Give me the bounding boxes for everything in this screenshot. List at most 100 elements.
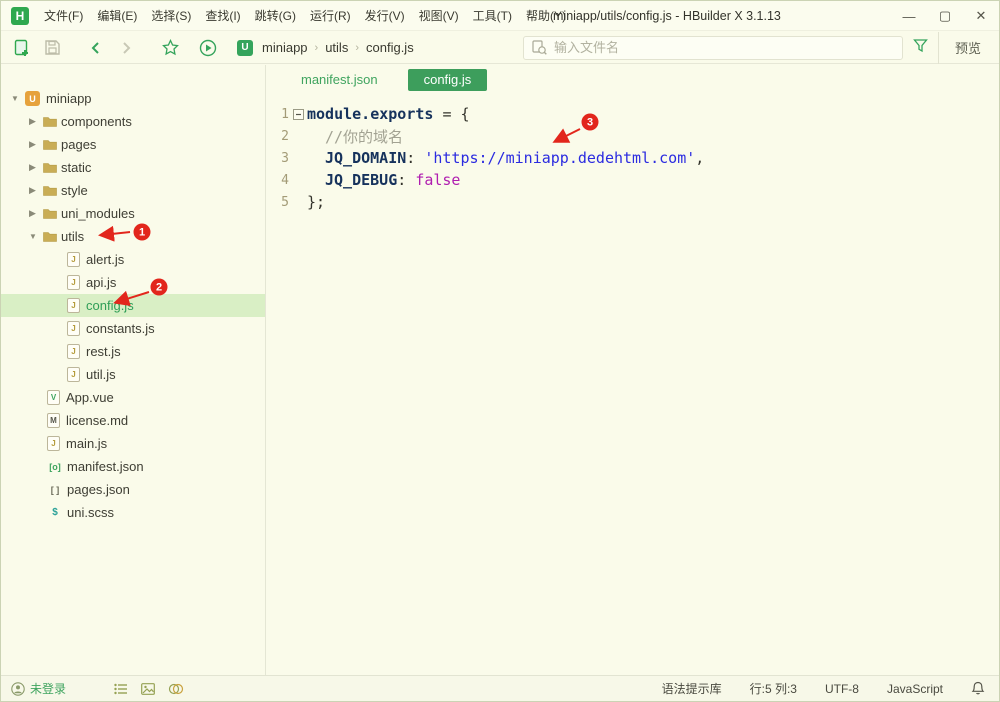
editor-tab-bar: manifest.json config.js bbox=[267, 65, 999, 95]
overlapping-circles-icon[interactable] bbox=[168, 683, 184, 695]
fold-marker-icon[interactable] bbox=[289, 109, 307, 120]
breadcrumb-item-utils[interactable]: utils bbox=[323, 40, 350, 55]
tree-item-uni-modules[interactable]: ▶ uni_modules bbox=[1, 202, 265, 225]
new-file-button[interactable] bbox=[7, 35, 37, 61]
tree-item-mainjs[interactable]: J main.js bbox=[1, 432, 265, 455]
tree-item-label: manifest.json bbox=[67, 459, 144, 474]
hbuilderx-logo-icon: H bbox=[11, 7, 29, 25]
tree-item-licensemd[interactable]: M license.md bbox=[1, 409, 265, 432]
tree-item-pagesjson[interactable]: [ ] pages.json bbox=[1, 478, 265, 501]
tree-item-uniscss[interactable]: $ uni.scss bbox=[1, 501, 265, 524]
tab-manifestjson[interactable]: manifest.json bbox=[285, 69, 394, 91]
maximize-button[interactable]: ▢ bbox=[927, 1, 963, 31]
language-selector[interactable]: JavaScript bbox=[887, 682, 943, 696]
code-area[interactable]: 1 module.exports = { 2 //你的域名 3 JQ_DOMAI… bbox=[267, 103, 999, 213]
tree-item-constantsjs[interactable]: J constants.js bbox=[1, 317, 265, 340]
tree-item-label: main.js bbox=[66, 436, 107, 451]
menu-run[interactable]: 运行(R) bbox=[303, 1, 358, 31]
tree-item-label: uni.scss bbox=[67, 505, 114, 520]
chevron-right-icon[interactable]: ▶ bbox=[29, 116, 43, 127]
breadcrumb-separator: › bbox=[310, 42, 324, 54]
syntax-library-button[interactable]: 语法提示库 bbox=[662, 680, 722, 697]
menu-publish[interactable]: 发行(V) bbox=[358, 1, 412, 31]
line-number: 3 bbox=[267, 151, 289, 166]
file-search-box bbox=[523, 36, 903, 60]
tree-item-label: alert.js bbox=[86, 252, 124, 267]
image-icon[interactable] bbox=[141, 683, 155, 695]
folder-open-icon bbox=[43, 231, 61, 243]
close-button[interactable]: ✕ bbox=[963, 1, 999, 31]
run-icon bbox=[199, 39, 217, 57]
chevron-right-icon[interactable]: ▶ bbox=[29, 139, 43, 150]
minimize-button[interactable]: — bbox=[891, 1, 927, 31]
menu-help[interactable]: 帮助(Y) bbox=[519, 1, 573, 31]
save-button[interactable] bbox=[37, 35, 67, 61]
tree-item-pages[interactable]: ▶ pages bbox=[1, 133, 265, 156]
breadcrumb-item-configjs[interactable]: config.js bbox=[364, 40, 416, 55]
tree-item-style[interactable]: ▶ style bbox=[1, 179, 265, 202]
tree-item-alertjs[interactable]: J alert.js bbox=[1, 248, 265, 271]
js-file-icon: J bbox=[67, 321, 80, 336]
search-input[interactable] bbox=[554, 40, 894, 55]
folder-icon bbox=[43, 208, 61, 220]
tree-item-label: App.vue bbox=[66, 390, 114, 405]
search-icon bbox=[532, 40, 547, 55]
markdown-file-icon: M bbox=[47, 413, 60, 428]
js-file-icon: J bbox=[67, 344, 80, 359]
outline-list-icon[interactable] bbox=[114, 683, 128, 695]
tree-item-label: util.js bbox=[86, 367, 116, 382]
breadcrumb-item-miniapp[interactable]: miniapp bbox=[260, 40, 310, 55]
folder-icon bbox=[43, 185, 61, 197]
line-number: 1 bbox=[267, 107, 289, 122]
tree-item-restjs[interactable]: J rest.js bbox=[1, 340, 265, 363]
tree-item-utils[interactable]: ▼ utils bbox=[1, 225, 265, 248]
tree-item-utiljs[interactable]: J util.js bbox=[1, 363, 265, 386]
tree-item-label: miniapp bbox=[46, 91, 92, 106]
tree-item-appvue[interactable]: V App.vue bbox=[1, 386, 265, 409]
tree-item-miniapp[interactable]: ▼ U miniapp bbox=[1, 87, 265, 110]
project-icon: U bbox=[237, 40, 253, 56]
tree-item-label: components bbox=[61, 114, 132, 129]
menu-file[interactable]: 文件(F) bbox=[37, 1, 90, 31]
statusbar-tools bbox=[114, 683, 184, 695]
menu-goto[interactable]: 跳转(G) bbox=[248, 1, 303, 31]
chevron-right-icon[interactable]: ▶ bbox=[29, 208, 43, 219]
bell-icon[interactable] bbox=[971, 681, 985, 696]
chevron-left-icon bbox=[89, 41, 103, 55]
tree-item-components[interactable]: ▶ components bbox=[1, 110, 265, 133]
tree-item-configjs[interactable]: J config.js bbox=[1, 294, 265, 317]
funnel-icon bbox=[913, 38, 928, 53]
menu-select[interactable]: 选择(S) bbox=[144, 1, 198, 31]
menu-find[interactable]: 查找(I) bbox=[198, 1, 247, 31]
menu-edit[interactable]: 编辑(E) bbox=[90, 1, 144, 31]
tab-configjs[interactable]: config.js bbox=[408, 69, 488, 91]
chevron-down-icon[interactable]: ▼ bbox=[29, 232, 43, 241]
chevron-down-icon[interactable]: ▼ bbox=[11, 94, 25, 103]
tree-item-label: license.md bbox=[66, 413, 128, 428]
window-title: miniapp/utils/config.js - HBuilder X 3.1… bbox=[553, 1, 781, 31]
tree-item-label: api.js bbox=[86, 275, 116, 290]
login-status[interactable]: 未登录 bbox=[11, 680, 66, 697]
tree-item-label: static bbox=[61, 160, 91, 175]
tree-item-manifestjson[interactable]: [o] manifest.json bbox=[1, 455, 265, 478]
cursor-position[interactable]: 行:5 列:3 bbox=[750, 680, 797, 697]
encoding-selector[interactable]: UTF-8 bbox=[825, 682, 859, 696]
menu-tools[interactable]: 工具(T) bbox=[466, 1, 519, 31]
tree-item-apijs[interactable]: J api.js bbox=[1, 271, 265, 294]
manifest-file-icon: [o] bbox=[47, 462, 63, 472]
chevron-right-icon[interactable]: ▶ bbox=[29, 185, 43, 196]
tree-item-static[interactable]: ▶ static bbox=[1, 156, 265, 179]
js-file-icon: J bbox=[67, 252, 80, 267]
navigate-forward-button[interactable] bbox=[111, 35, 141, 61]
filter-button[interactable] bbox=[913, 38, 928, 58]
editor-pane: manifest.json config.js 1 module.exports… bbox=[267, 65, 999, 675]
run-button[interactable] bbox=[193, 35, 223, 61]
tree-item-label: style bbox=[61, 183, 88, 198]
js-file-icon: J bbox=[67, 298, 80, 313]
preview-button[interactable]: 预览 bbox=[938, 32, 999, 64]
menu-view[interactable]: 视图(V) bbox=[412, 1, 466, 31]
bookmark-button[interactable] bbox=[155, 35, 185, 61]
chevron-right-icon[interactable]: ▶ bbox=[29, 162, 43, 173]
js-file-icon: J bbox=[67, 275, 80, 290]
navigate-back-button[interactable] bbox=[81, 35, 111, 61]
